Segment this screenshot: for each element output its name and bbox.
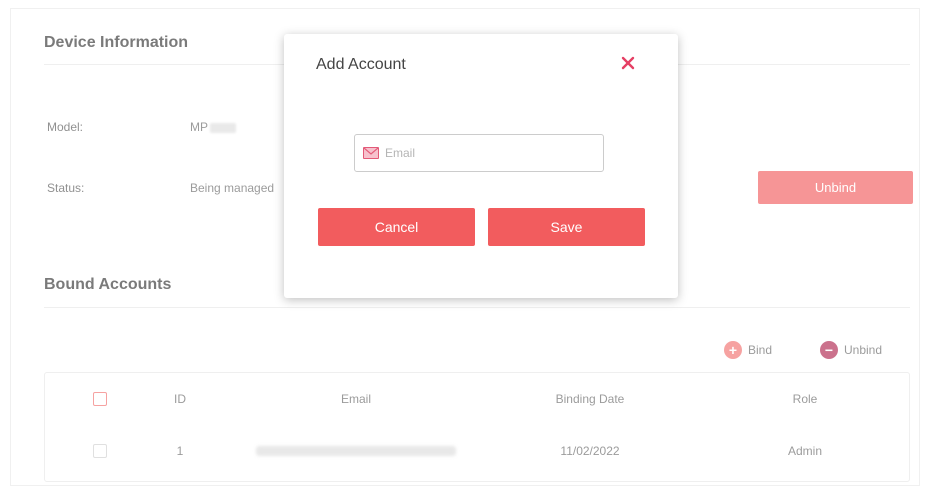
email-input[interactable] bbox=[385, 146, 585, 160]
cancel-button[interactable]: Cancel bbox=[318, 208, 475, 246]
add-account-dialog: Add Account Cancel Save bbox=[284, 34, 678, 298]
close-icon[interactable] bbox=[617, 52, 639, 74]
dialog-title: Add Account bbox=[316, 56, 406, 73]
mail-icon-glyph bbox=[364, 148, 378, 155]
save-button[interactable]: Save bbox=[488, 208, 645, 246]
mail-icon bbox=[363, 147, 379, 159]
close-icon-glyph bbox=[621, 56, 635, 70]
email-field[interactable] bbox=[354, 134, 604, 172]
